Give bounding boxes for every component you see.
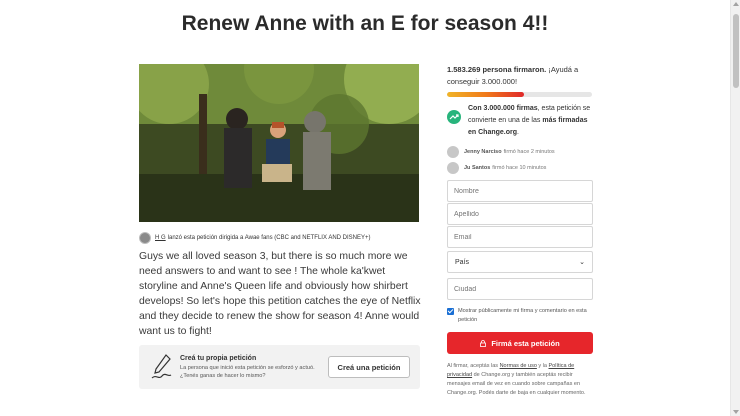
- legal-text-1: Al firmar, aceptás las: [447, 363, 499, 369]
- signature-progress-fill: [447, 92, 524, 97]
- sign-petition-button[interactable]: Firmá esta petición: [447, 332, 593, 354]
- signature-progress-bar: [447, 92, 592, 97]
- consent-checkbox[interactable]: [447, 308, 454, 315]
- page-title: Renew Anne with an E for season 4!!: [181, 12, 549, 35]
- signer-time: firmó hace 2 minutos: [503, 149, 555, 155]
- pen-signature-icon: [151, 354, 172, 379]
- signature-count-suffix: persona firmaron.: [482, 65, 547, 74]
- city-input[interactable]: [447, 278, 593, 300]
- goal-text: Con 3.000.000 firmas, esta petición se c…: [468, 103, 593, 139]
- last-name-input[interactable]: [447, 203, 593, 225]
- create-petition-card: Creá tu propia petición La persona que i…: [139, 345, 420, 389]
- signer-name: Ju Santos: [464, 165, 491, 171]
- create-petition-description: La persona que inició esta petición se e…: [180, 364, 315, 379]
- legal-disclaimer: Al firmar, aceptás las Normas de uso y l…: [447, 362, 593, 398]
- chevron-down-icon: ⌄: [579, 259, 585, 266]
- creator-avatar[interactable]: [139, 232, 151, 244]
- create-petition-text: Creá tu propia petición La persona que i…: [180, 355, 320, 380]
- creator-name-link[interactable]: H G: [155, 235, 166, 241]
- petition-creator: H G lanzó esta petición dirigida a Awae …: [139, 232, 371, 244]
- petition-description: Guys we all loved season 3, but there is…: [139, 251, 421, 337]
- lock-icon: [480, 339, 487, 347]
- signature-count-number: 1.583.269: [447, 65, 481, 74]
- legal-text-2: y la: [538, 363, 547, 369]
- scroll-up-arrow-icon[interactable]: [733, 2, 739, 6]
- create-petition-title: Creá tu propia petición: [180, 354, 257, 362]
- email-input[interactable]: [447, 226, 593, 248]
- trending-up-icon: [447, 110, 461, 124]
- signer-name: Jenny Narciso: [464, 149, 502, 155]
- recent-signer: Ju Santos firmó hace 10 minutos: [447, 160, 593, 176]
- goal-end: .: [517, 129, 519, 136]
- country-select[interactable]: País ⌄: [447, 251, 593, 273]
- consent-label: Mostrar públicamente mi firma y comentar…: [458, 308, 587, 323]
- country-select-value: País: [455, 258, 470, 266]
- recent-signer: Jenny Narciso firmó hace 2 minutos: [447, 144, 593, 160]
- hero-scene-illustration: [139, 64, 419, 222]
- goal-bold-1: Con 3.000.000 firmas: [468, 105, 538, 112]
- signer-time: firmó hace 10 minutos: [492, 165, 547, 171]
- signature-sidebar: 1.583.269 persona firmaron. ¡Ayudá a con…: [447, 64, 593, 176]
- first-name-input[interactable]: [447, 180, 593, 202]
- terms-link[interactable]: Normas de uso: [500, 363, 537, 369]
- goal-message: Con 3.000.000 firmas, esta petición se c…: [447, 103, 593, 139]
- signer-avatar: [447, 162, 459, 174]
- scroll-down-arrow-icon[interactable]: [733, 410, 739, 414]
- scrollbar-thumb[interactable]: [733, 14, 739, 88]
- vertical-scrollbar[interactable]: [730, 0, 740, 416]
- signer-avatar: [447, 146, 459, 158]
- signature-count: 1.583.269 persona firmaron. ¡Ayudá a con…: [447, 64, 593, 88]
- recent-signers-list: Jenny Narciso firmó hace 2 minutos Ju Sa…: [447, 144, 593, 176]
- create-petition-button[interactable]: Creá una petición: [328, 356, 410, 378]
- petition-hero-image: [139, 64, 419, 222]
- sign-petition-label: Firmá esta petición: [491, 338, 560, 348]
- creator-text: lanzó esta petición dirigida a Awae fans…: [167, 235, 371, 241]
- public-signature-consent[interactable]: Mostrar públicamente mi firma y comentar…: [447, 307, 593, 325]
